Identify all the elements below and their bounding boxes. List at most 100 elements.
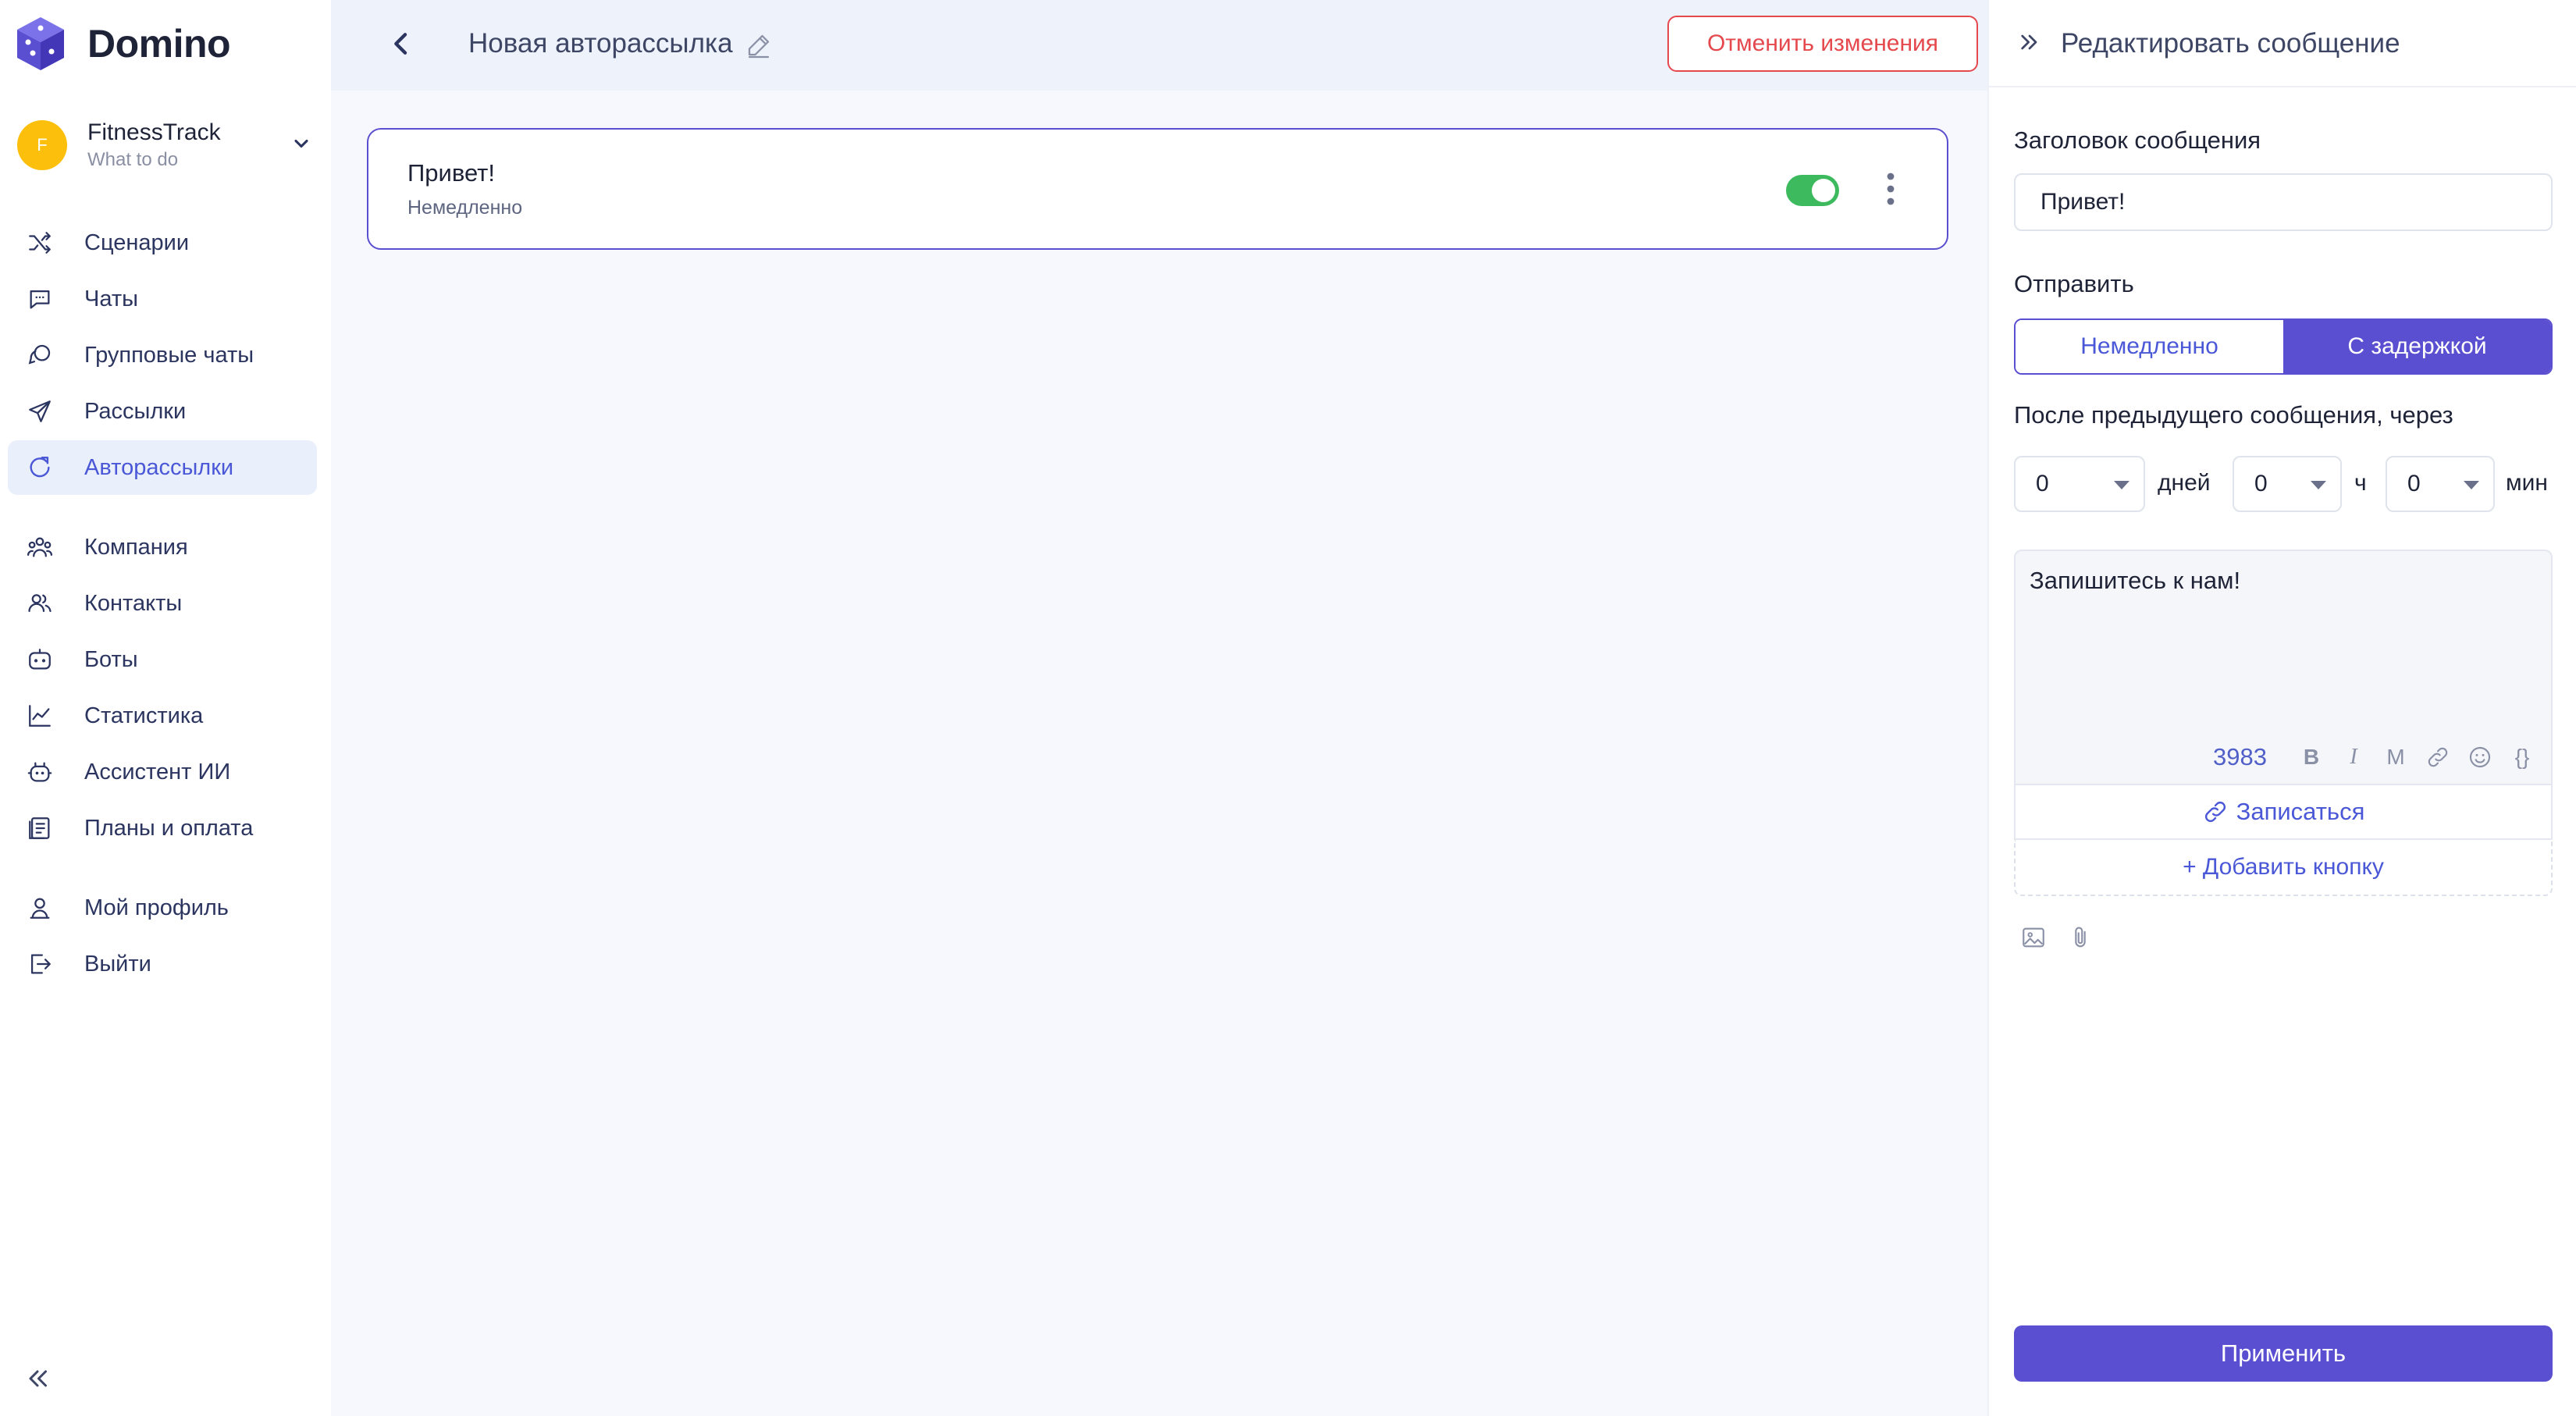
- account-subtitle: What to do: [87, 149, 179, 170]
- message-enabled-toggle[interactable]: [1786, 175, 1839, 206]
- page-title[interactable]: Новая авторассылка: [468, 28, 733, 59]
- message-editor[interactable]: Запишитесь к нам! 3983 B I M {}: [2014, 550, 2553, 785]
- sidebar-item-label: Рассылки: [84, 398, 187, 424]
- sidebar-item-chats[interactable]: Чаты: [8, 272, 317, 326]
- message-text[interactable]: Запишитесь к нам!: [2030, 567, 2240, 595]
- cancel-changes-button[interactable]: Отменить изменения: [1667, 16, 1978, 72]
- apply-button[interactable]: Применить: [2014, 1325, 2553, 1382]
- sidebar-item-label: Мой профиль: [84, 895, 229, 920]
- contacts-icon: [28, 594, 52, 613]
- link-format-button[interactable]: [2423, 742, 2453, 772]
- message-link-button[interactable]: Записаться: [2014, 785, 2553, 840]
- variables-button[interactable]: {}: [2507, 742, 2537, 772]
- auto-mailing-icon: [30, 457, 50, 478]
- group-chat-icon: [28, 344, 51, 365]
- panel-header: Редактировать сообщение: [1989, 0, 2576, 87]
- app-name: Domino: [87, 22, 231, 66]
- send-immediately-option[interactable]: Немедленно: [2016, 320, 2283, 373]
- sidebar-item-bots[interactable]: Боты: [8, 632, 317, 687]
- sidebar: Domino F FitnessTrack What to do Сценари…: [0, 0, 331, 1416]
- toggle-knob: [1812, 179, 1835, 202]
- sidebar-item-mailings[interactable]: Рассылки: [8, 384, 317, 439]
- italic-button[interactable]: I: [2339, 742, 2368, 772]
- user-icon: [30, 898, 50, 919]
- send-mode-toggle: Немедленно С задержкой: [2014, 318, 2553, 375]
- company-icon: [27, 537, 53, 557]
- sidebar-item-auto-mailings[interactable]: Авторассылки: [8, 440, 317, 495]
- sidebar-item-label: Авторассылки: [84, 454, 234, 480]
- sidebar-nav: Сценарии Чаты Групповые чаты Рассылки Ав…: [8, 215, 317, 993]
- sidebar-item-statistics[interactable]: Статистика: [8, 688, 317, 743]
- message-timing: Немедленно: [407, 197, 523, 219]
- sidebar-item-ai-assistant[interactable]: Ассистент ИИ: [8, 745, 317, 799]
- image-icon[interactable]: [2020, 924, 2047, 951]
- billing-icon: [29, 817, 50, 839]
- bot-icon: [29, 649, 51, 670]
- sidebar-item-label: Чаты: [84, 286, 138, 311]
- caret-down-icon: [2114, 481, 2129, 489]
- heading-input[interactable]: Привет!: [2014, 173, 2553, 231]
- shuffle-icon: [29, 232, 51, 254]
- monospace-button[interactable]: M: [2381, 742, 2411, 772]
- delay-minutes-select[interactable]: 0: [2386, 456, 2495, 512]
- send-label: Отправить: [2014, 270, 2134, 297]
- heading-label: Заголовок сообщения: [2014, 126, 2261, 154]
- delay-label: После предыдущего сообщения, через: [2014, 401, 2453, 429]
- delay-days-select[interactable]: 0: [2014, 456, 2145, 512]
- link-button-label: Записаться: [2236, 798, 2365, 825]
- message-title: Привет!: [407, 159, 495, 187]
- bold-button[interactable]: B: [2297, 742, 2326, 772]
- chart-icon: [29, 705, 51, 727]
- chevron-down-icon: [294, 139, 308, 148]
- smile-icon: [2469, 746, 2491, 768]
- link-icon: [2428, 747, 2448, 767]
- delay-minutes-value: 0: [2407, 471, 2421, 496]
- more-options-icon[interactable]: [1883, 170, 1898, 208]
- sidebar-item-label: Контакты: [84, 590, 183, 616]
- attachment-row: [2020, 924, 2114, 951]
- sidebar-item-company[interactable]: Компания: [8, 520, 317, 575]
- edit-message-panel: Редактировать сообщение Заголовок сообще…: [1987, 0, 2576, 1416]
- logout-icon: [30, 954, 51, 974]
- delay-hours-select[interactable]: 0: [2233, 456, 2342, 512]
- caret-down-icon: [2464, 481, 2479, 489]
- sidebar-item-group-chats[interactable]: Групповые чаты: [8, 328, 317, 382]
- page-header: Новая авторассылка Отменить изменения: [331, 0, 1987, 91]
- delay-hours-value: 0: [2254, 471, 2268, 496]
- delay-row: 0 дней 0 ч 0 мин: [2014, 456, 2553, 512]
- sidebar-item-scenarios[interactable]: Сценарии: [8, 215, 317, 270]
- sidebar-item-contacts[interactable]: Контакты: [8, 576, 317, 631]
- sidebar-item-logout[interactable]: Выйти: [8, 937, 317, 991]
- logo[interactable]: Domino: [16, 16, 231, 72]
- collapse-sidebar-icon[interactable]: [23, 1364, 52, 1393]
- chat-icon: [30, 290, 50, 309]
- domino-logo-icon: [17, 17, 64, 70]
- sidebar-item-label: Сценарии: [84, 229, 190, 255]
- send-delayed-option[interactable]: С задержкой: [2283, 320, 2551, 373]
- delay-days-value: 0: [2036, 471, 2049, 496]
- panel-title: Редактировать сообщение: [2061, 28, 2400, 59]
- back-arrow-icon[interactable]: [386, 28, 417, 59]
- add-button-button[interactable]: + Добавить кнопку: [2014, 840, 2553, 896]
- sidebar-item-label: Групповые чаты: [84, 342, 254, 368]
- message-card[interactable]: Привет! Немедленно: [367, 128, 1948, 250]
- delay-days-unit: дней: [2158, 470, 2211, 496]
- delay-minutes-unit: мин: [2506, 470, 2548, 496]
- sidebar-item-profile[interactable]: Мой профиль: [8, 881, 317, 935]
- sidebar-item-label: Выйти: [84, 951, 151, 977]
- send-icon: [29, 400, 51, 422]
- sidebar-item-billing[interactable]: Планы и оплата: [8, 801, 317, 856]
- account-switcher[interactable]: F FitnessTrack What to do: [17, 116, 317, 175]
- account-name: FitnessTrack: [87, 119, 221, 145]
- char-count: 3983: [2213, 743, 2267, 770]
- paperclip-icon[interactable]: [2067, 924, 2094, 951]
- emoji-button[interactable]: [2465, 742, 2495, 772]
- account-avatar: F: [17, 120, 67, 170]
- caret-down-icon: [2311, 481, 2326, 489]
- sidebar-item-label: Компания: [84, 534, 188, 560]
- sidebar-item-label: Планы и оплата: [84, 815, 254, 841]
- expand-panel-icon[interactable]: [2017, 30, 2042, 55]
- sidebar-item-label: Боты: [84, 646, 138, 672]
- delay-hours-unit: ч: [2354, 470, 2367, 496]
- pencil-icon[interactable]: [745, 31, 773, 59]
